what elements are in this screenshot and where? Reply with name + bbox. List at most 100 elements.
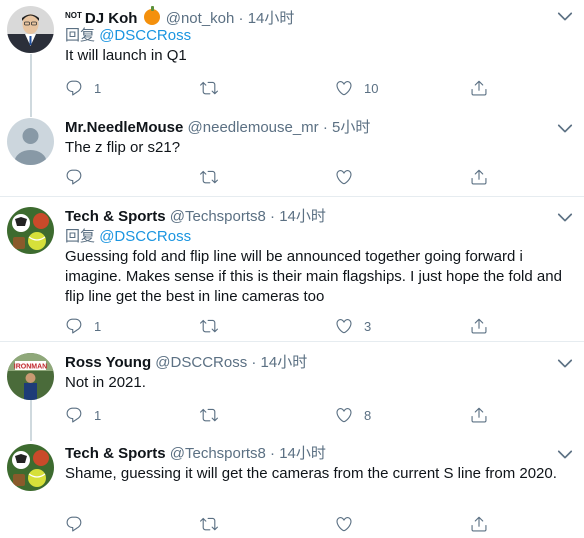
- tweet-actions: 1 8: [65, 405, 545, 425]
- like-button[interactable]: 10: [335, 78, 378, 98]
- heart-icon: [335, 515, 353, 533]
- retweet-icon: [200, 515, 218, 533]
- timestamp[interactable]: 14小时: [261, 354, 308, 371]
- display-name[interactable]: DJ Koh: [85, 10, 138, 27]
- tweet-header: Ross Young @DSCCRoss · 14小时: [65, 353, 574, 373]
- retweet-button[interactable]: [200, 316, 229, 336]
- tweet-techsports-2[interactable]: Tech & Sports @Techsports8 · 14小时 Shame,…: [0, 432, 584, 538]
- retweet-icon: [200, 406, 218, 424]
- retweet-icon: [200, 317, 218, 335]
- reply-button[interactable]: 1: [65, 405, 101, 425]
- separator: ·: [251, 354, 257, 371]
- heart-icon: [335, 168, 353, 186]
- chevron-down-icon: [554, 6, 576, 26]
- like-button[interactable]: [335, 514, 364, 534]
- retweet-button[interactable]: [200, 167, 229, 187]
- share-icon: [470, 317, 488, 335]
- timestamp[interactable]: 14小时: [248, 10, 295, 27]
- reply-icon: [65, 515, 83, 533]
- tweet-ross-young[interactable]: IRONMAN Ross Young @DSCCRoss · 14小时 Not …: [0, 342, 584, 432]
- share-button[interactable]: [470, 405, 488, 425]
- like-button[interactable]: [335, 167, 364, 187]
- separator: ·: [238, 10, 244, 27]
- tweet-techsports[interactable]: Tech & Sports @Techsports8 · 14小时 回复 @DS…: [0, 197, 584, 341]
- reply-button[interactable]: 1: [65, 316, 101, 336]
- share-button[interactable]: [470, 316, 488, 336]
- like-button[interactable]: 3: [335, 316, 371, 336]
- like-count: 3: [364, 318, 372, 334]
- user-handle[interactable]: @DSCCRoss: [155, 354, 247, 371]
- reply-button[interactable]: [65, 514, 94, 534]
- separator: ·: [270, 445, 276, 462]
- user-handle[interactable]: @needlemouse_mr: [188, 119, 319, 136]
- avatar[interactable]: [7, 207, 54, 254]
- user-handle[interactable]: @Techsports8: [170, 445, 266, 462]
- share-button[interactable]: [470, 78, 488, 98]
- share-icon: [470, 168, 488, 186]
- separator: ·: [322, 119, 328, 136]
- tweet-header: Tech & Sports @Techsports8 · 14小时: [65, 444, 574, 464]
- reply-icon: [65, 317, 83, 335]
- svg-text:IRONMAN: IRONMAN: [14, 364, 47, 371]
- reply-prefix: 回复: [65, 27, 96, 44]
- like-button[interactable]: 8: [335, 405, 371, 425]
- reply-mention[interactable]: @DSCCRoss: [99, 27, 191, 44]
- share-icon: [470, 79, 488, 97]
- like-count: 8: [364, 407, 372, 423]
- tweet-actions: 1 3: [65, 316, 545, 336]
- heart-icon: [335, 79, 353, 97]
- thread-line: [30, 107, 32, 117]
- reply-count: 1: [94, 80, 102, 96]
- reply-count: 1: [94, 318, 102, 334]
- display-name[interactable]: Tech & Sports: [65, 445, 166, 462]
- retweet-button[interactable]: [200, 514, 229, 534]
- heart-icon: [335, 406, 353, 424]
- tweet-dj-koh[interactable]: NOT DJ Koh @not_koh · 14小时 回复 @DSCCRoss I…: [0, 0, 584, 107]
- tweet-text: The z flip or s21?: [65, 139, 181, 156]
- more-options-button[interactable]: [554, 444, 576, 464]
- retweet-button[interactable]: [200, 405, 229, 425]
- thread-line: [30, 54, 32, 107]
- tweet-text: It will launch in Q1: [65, 47, 187, 64]
- share-button[interactable]: [470, 514, 488, 534]
- display-name[interactable]: Ross Young: [65, 354, 151, 371]
- chevron-down-icon: [554, 118, 576, 138]
- avatar[interactable]: [7, 118, 54, 165]
- more-options-button[interactable]: [554, 207, 576, 227]
- reply-context: 回复 @DSCCRoss: [65, 227, 574, 247]
- thread-line: [30, 432, 32, 441]
- retweet-button[interactable]: [200, 78, 229, 98]
- user-handle[interactable]: @Techsports8: [170, 208, 266, 225]
- pumpkin-icon: [143, 6, 160, 25]
- avatar[interactable]: [7, 6, 54, 53]
- reply-icon: [65, 79, 83, 97]
- more-options-button[interactable]: [554, 353, 576, 373]
- reply-button[interactable]: 1: [65, 78, 101, 98]
- like-count: 10: [364, 80, 379, 96]
- reply-prefix: 回复: [65, 228, 96, 245]
- reply-mention[interactable]: @DSCCRoss: [99, 228, 191, 245]
- tweet-header: NOT DJ Koh @not_koh · 14小时: [65, 6, 574, 27]
- tweet-text: Shame, guessing it will get the cameras …: [65, 465, 557, 482]
- reply-count: 1: [94, 407, 102, 423]
- share-button[interactable]: [470, 167, 488, 187]
- timestamp[interactable]: 14小时: [279, 445, 326, 462]
- avatar[interactable]: [7, 444, 54, 491]
- share-icon: [470, 406, 488, 424]
- display-name[interactable]: Mr.NeedleMouse: [65, 119, 183, 136]
- display-name[interactable]: Tech & Sports: [65, 208, 166, 225]
- user-handle[interactable]: @not_koh: [166, 10, 235, 27]
- avatar[interactable]: IRONMAN: [7, 353, 54, 400]
- tweet-needlemouse[interactable]: Mr.NeedleMouse @needlemouse_mr · 5小时 The…: [0, 107, 584, 196]
- reply-button[interactable]: [65, 167, 94, 187]
- more-options-button[interactable]: [554, 118, 576, 138]
- timestamp[interactable]: 5小时: [332, 119, 370, 136]
- chevron-down-icon: [554, 444, 576, 464]
- thread-line: [30, 400, 32, 432]
- chevron-down-icon: [554, 353, 576, 373]
- reply-icon: [65, 406, 83, 424]
- reply-icon: [65, 168, 83, 186]
- more-options-button[interactable]: [554, 6, 576, 26]
- timestamp[interactable]: 14小时: [279, 208, 326, 225]
- tweet-header: Tech & Sports @Techsports8 · 14小时: [65, 207, 574, 227]
